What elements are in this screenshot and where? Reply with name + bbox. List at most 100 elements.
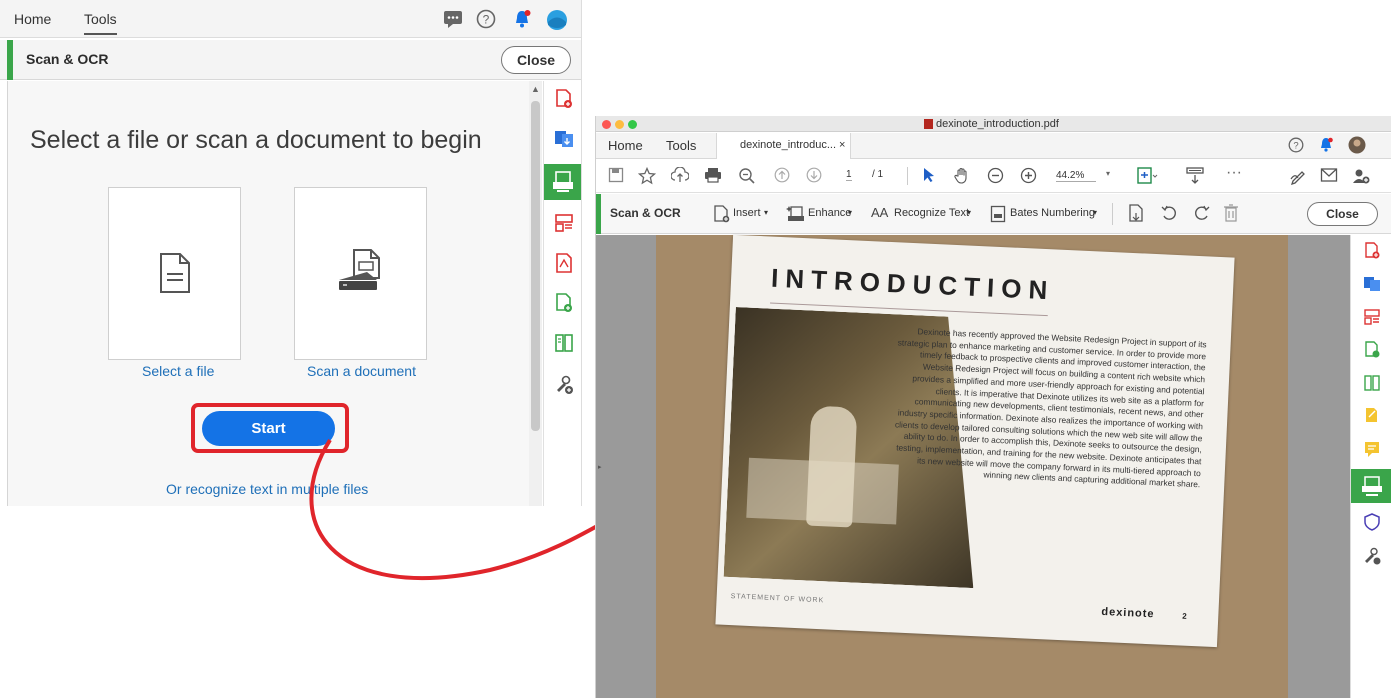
help-icon[interactable]: ? [476, 9, 496, 29]
delete-trash-icon[interactable] [1223, 203, 1239, 223]
top-nav-bar: Home Tools ? [0, 0, 581, 38]
tool-accent-bar [7, 40, 13, 80]
zoom-out-icon[interactable] [987, 167, 1004, 184]
organize-pages-icon[interactable] [554, 213, 574, 233]
share-user-icon[interactable] [1352, 167, 1370, 185]
notification-bell-icon[interactable] [1318, 137, 1334, 153]
select-file-label[interactable]: Select a file [142, 363, 214, 379]
sign-icon[interactable] [1290, 167, 1308, 185]
protect-shield-icon[interactable] [1363, 513, 1381, 531]
document-viewer[interactable]: ▸ INTRODUCTION Dexinote has recently app… [596, 234, 1350, 698]
insert-page-icon[interactable] [713, 205, 731, 223]
next-page-icon[interactable] [806, 167, 822, 183]
scroll-up-icon[interactable]: ▲ [531, 84, 540, 94]
scan-ocr-tool-icon[interactable] [544, 164, 581, 200]
insert-button[interactable]: Insert [733, 207, 761, 219]
recognize-dropdown-icon[interactable]: ▾ [967, 208, 971, 217]
organize-pages-icon[interactable] [1363, 308, 1381, 326]
expand-panel-icon[interactable]: ▸ [598, 463, 602, 471]
bookmark-star-icon[interactable] [638, 167, 656, 185]
document-footer: STATEMENT OF WORK [730, 593, 825, 605]
print-icon[interactable] [704, 167, 722, 183]
hand-tool-icon[interactable] [953, 167, 971, 185]
window-minimize-icon[interactable] [615, 120, 624, 129]
main-toolbar: 1 / 1 44.2% ▾ ··· [596, 159, 1391, 193]
document-title: INTRODUCTION [770, 262, 1055, 306]
comment-icon[interactable] [443, 9, 463, 29]
window-close-icon[interactable] [602, 120, 611, 129]
tool-title: Scan & OCR [610, 206, 681, 220]
notification-bell-icon[interactable] [512, 9, 532, 29]
svg-text:?: ? [1293, 141, 1298, 152]
avatar[interactable] [546, 9, 568, 31]
export-pdf-icon[interactable] [1363, 275, 1381, 293]
close-tab-icon[interactable]: × [839, 139, 845, 151]
scroll-mode-icon[interactable] [1186, 167, 1208, 185]
close-button[interactable]: Close [501, 46, 571, 74]
person-shape [806, 406, 857, 528]
tab-tools[interactable]: Tools [84, 11, 117, 35]
tab-home[interactable]: Home [14, 11, 51, 27]
compare-files-icon[interactable] [1363, 374, 1381, 392]
more-tools-icon[interactable] [554, 375, 574, 395]
recognize-text-button[interactable]: Recognize Text [894, 207, 969, 219]
rotate-left-icon[interactable] [1161, 205, 1178, 222]
rotate-right-icon[interactable] [1193, 205, 1210, 222]
zoom-search-icon[interactable] [738, 167, 756, 185]
document-tab-label: dexinote_introduc... [740, 139, 837, 151]
tab-tools[interactable]: Tools [666, 138, 696, 153]
avatar[interactable] [1348, 136, 1366, 154]
enhance-scan-icon[interactable] [786, 204, 806, 224]
document-brand: dexinote [1101, 605, 1155, 621]
tab-document[interactable]: dexinote_introduc... × [716, 133, 851, 159]
combine-files-icon[interactable] [554, 293, 574, 313]
insert-dropdown-icon[interactable]: ▾ [764, 208, 768, 217]
enhance-dropdown-icon[interactable]: ▾ [848, 208, 852, 217]
upload-cloud-icon[interactable] [671, 167, 689, 183]
pdf-file-icon [924, 119, 933, 129]
bates-dropdown-icon[interactable]: ▾ [1093, 208, 1097, 217]
fill-sign-icon[interactable] [1363, 407, 1381, 425]
document-page-number: 2 [1182, 611, 1187, 621]
page-title: Select a file or scan a document to begi… [30, 126, 482, 154]
compare-files-icon[interactable] [554, 333, 574, 353]
edit-pdf-icon[interactable] [554, 253, 574, 273]
scan-ocr-tool-icon[interactable] [1351, 469, 1391, 503]
scan-document-card[interactable] [294, 187, 427, 360]
zoom-in-icon[interactable] [1020, 167, 1037, 184]
previous-page-icon[interactable] [774, 167, 790, 183]
scan-document-label[interactable]: Scan a document [307, 363, 416, 379]
bates-numbering-icon[interactable] [990, 205, 1006, 223]
zoom-level-select[interactable]: 44.2% [1056, 170, 1097, 182]
email-icon[interactable] [1320, 167, 1338, 183]
divider [1112, 203, 1113, 225]
save-icon[interactable] [608, 167, 624, 183]
window-title: dexinote_introduction.pdf [936, 118, 1059, 130]
select-arrow-icon[interactable] [922, 167, 936, 183]
combine-files-icon[interactable] [1363, 341, 1381, 359]
help-icon[interactable]: ? [1288, 137, 1304, 153]
create-pdf-icon[interactable] [1363, 242, 1381, 260]
enhance-button[interactable]: Enhance [808, 207, 851, 219]
export-pdf-icon[interactable] [554, 129, 574, 149]
acrobat-document-window: dexinote_introduction.pdf Home Tools dex… [595, 116, 1391, 698]
svg-text:?: ? [483, 13, 490, 27]
recognize-text-icon[interactable]: AA [871, 205, 888, 220]
close-button[interactable]: Close [1307, 202, 1378, 226]
tab-home[interactable]: Home [608, 138, 643, 153]
window-zoom-icon[interactable] [628, 120, 637, 129]
scrollbar-thumb[interactable] [531, 101, 540, 431]
bates-numbering-button[interactable]: Bates Numbering [1010, 207, 1095, 219]
select-file-card[interactable] [108, 187, 241, 360]
create-pdf-icon[interactable] [554, 89, 574, 109]
zoom-dropdown-icon[interactable]: ▾ [1106, 169, 1110, 178]
page-number-input[interactable]: 1 [846, 169, 852, 181]
page-total: / 1 [872, 169, 884, 180]
extract-page-icon[interactable] [1128, 204, 1146, 224]
fit-page-icon[interactable] [1136, 167, 1158, 185]
document-body-text: Dexinote has recently approved the Websi… [894, 326, 1207, 490]
more-options-icon[interactable]: ··· [1226, 164, 1242, 182]
more-tools-icon[interactable] [1363, 547, 1381, 565]
tool-header: Scan & OCR Close [0, 40, 581, 80]
comment-icon[interactable] [1363, 440, 1381, 458]
